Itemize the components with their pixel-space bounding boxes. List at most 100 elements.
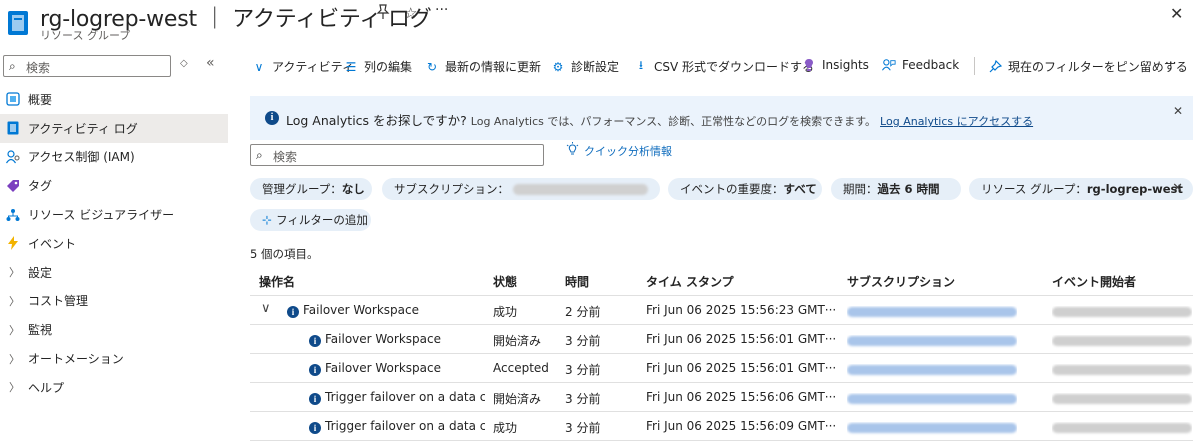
tag-icon xyxy=(6,179,20,193)
column-header-operation[interactable]: 操作名 xyxy=(259,273,295,290)
operation-name-text: Failover Workspace xyxy=(325,361,441,375)
timestamp-cell: Fri Jun 06 2025 15:56:06 GMT··· xyxy=(646,390,836,404)
table-row[interactable]: i Failover Workspace Accepted 3 分前 Fri Ju… xyxy=(250,354,1193,383)
initiator-cell-redacted xyxy=(1052,364,1192,378)
pin-filter-button[interactable]: 現在のフィルターをピン留めする xyxy=(988,58,1188,75)
insights-button[interactable]: Insights xyxy=(802,58,869,72)
columns-icon: ☰ xyxy=(345,59,357,74)
operation-name[interactable]: i Failover Workspace xyxy=(309,332,485,347)
sidebar-nav: 概要 アクティビティ ログ アクセス制御 (IAM) タグ リソース ビジュアラ… xyxy=(0,85,228,402)
download-csv-button[interactable]: ⭳ CSV 形式でダウンロードする xyxy=(634,58,814,75)
diagnostic-settings-button[interactable]: ⚙ 診断設定 xyxy=(551,58,619,75)
subscription-cell-redacted[interactable] xyxy=(847,422,1017,436)
banner-text: Log Analytics をお探しですか? Log Analytics では、… xyxy=(286,110,1033,129)
refresh-label: 最新の情報に更新 xyxy=(445,60,542,74)
feedback-button[interactable]: Feedback xyxy=(882,58,959,72)
add-filter-button[interactable]: ⊹ フィルターの追加 xyxy=(250,209,371,231)
close-icon[interactable]: ✕ xyxy=(1170,4,1183,23)
expand-collapse-icon[interactable]: ◇ xyxy=(180,58,188,69)
info-icon: i xyxy=(265,111,279,125)
sidebar-item-label: コスト管理 xyxy=(28,294,89,309)
status-cell: 成功 xyxy=(493,305,518,319)
table-row[interactable]: i Trigger failover on a data cc 開始済み 3 分前… xyxy=(250,383,1193,412)
search-icon: ⌕ xyxy=(256,148,263,162)
sidebar-item-automation[interactable]: 〉 オートメーション xyxy=(0,344,228,373)
sidebar-item-label: アクティビティ ログ xyxy=(28,121,138,136)
sidebar-item-activity-log[interactable]: アクティビティ ログ xyxy=(0,113,228,143)
operation-name[interactable]: i Trigger failover on a data cc xyxy=(309,390,485,405)
column-header-timestamp[interactable]: タイム スタンプ xyxy=(646,273,734,290)
filter-subscription[interactable]: サブスクリプション： xyxy=(382,178,660,200)
operation-name-text: Failover Workspace xyxy=(325,332,441,346)
operation-name-text: Trigger failover on a data cc xyxy=(325,390,485,404)
download-csv-label: CSV 形式でダウンロードする xyxy=(654,60,815,74)
column-header-status[interactable]: 状態 xyxy=(493,273,517,290)
sidebar-item-label: オートメーション xyxy=(28,352,124,367)
sidebar-item-cost-management[interactable]: 〉 コスト管理 xyxy=(0,287,228,316)
sidebar-item-overview[interactable]: 概要 xyxy=(0,85,228,114)
info-icon: i xyxy=(309,364,321,376)
feedback-label: Feedback xyxy=(902,58,960,72)
sidebar: ⌕ 検索 ◇ « 概要 アクティビティ ログ アクセス制御 (IAM) タグ リ… xyxy=(0,48,228,444)
status-cell: 開始済み xyxy=(493,334,542,348)
diagnostic-label: 診断設定 xyxy=(571,60,620,74)
status-cell: 開始済み xyxy=(493,392,542,406)
more-options-icon[interactable]: ··· xyxy=(435,2,448,18)
sidebar-search-input[interactable]: ⌕ 検索 xyxy=(3,55,171,77)
table-row[interactable]: i Failover Workspace 開始済み 3 分前 Fri Jun 06… xyxy=(250,325,1193,354)
search-input[interactable]: ⌕ 検索 xyxy=(250,144,544,166)
refresh-button[interactable]: ↻ 最新の情報に更新 xyxy=(425,58,541,75)
chevron-down-icon[interactable]: ∨ xyxy=(261,301,271,316)
timestamp-cell: Fri Jun 06 2025 15:56:01 GMT··· xyxy=(646,361,836,375)
pin-icon xyxy=(988,59,1002,74)
sidebar-item-label: 概要 xyxy=(28,92,53,107)
activity-label: アクティビティ xyxy=(272,60,354,74)
column-header-subscription[interactable]: サブスクリプション xyxy=(847,273,955,290)
remove-filter-icon[interactable]: ✕ xyxy=(1172,181,1183,196)
log-analytics-link[interactable]: Log Analytics にアクセスする xyxy=(880,115,1033,128)
subscription-cell-redacted[interactable] xyxy=(847,306,1017,320)
close-banner-icon[interactable]: ✕ xyxy=(1173,104,1183,118)
filter-value: 過去 6 時間 xyxy=(877,182,940,196)
sidebar-item-label: リソース ビジュアライザー xyxy=(28,208,175,223)
operation-name[interactable]: i Trigger failover on a data cc xyxy=(309,419,485,434)
events-icon xyxy=(6,236,20,251)
column-header-initiator[interactable]: イベント開始者 xyxy=(1052,273,1136,290)
subscription-cell-redacted[interactable] xyxy=(847,335,1017,349)
sidebar-item-label: ヘルプ xyxy=(28,380,65,395)
filter-management-group[interactable]: 管理グループ： なし xyxy=(250,178,372,200)
edit-columns-button[interactable]: ☰ 列の編集 xyxy=(344,58,412,75)
sidebar-item-events[interactable]: イベント xyxy=(0,229,228,258)
filter-time-period[interactable]: 期間： 過去 6 時間 xyxy=(831,178,961,200)
favorite-star-icon[interactable]: ☆ xyxy=(404,4,417,22)
sidebar-item-monitoring[interactable]: 〉 監視 xyxy=(0,315,228,344)
chevron-right-icon: 〉 xyxy=(9,266,20,280)
page-header: rg-logrep-west ｜ アクティビティ ログ リソース グループ ☆ … xyxy=(0,0,1200,48)
gear-icon: ⚙ xyxy=(552,59,564,74)
operation-name[interactable]: i Failover Workspace xyxy=(287,303,419,318)
quick-insights-link[interactable]: クイック分析情報 xyxy=(566,142,672,159)
filter-severity[interactable]: イベントの重要度： すべて xyxy=(668,178,822,200)
subscription-cell-redacted[interactable] xyxy=(847,393,1017,407)
toolbar-more-icon[interactable]: ··· xyxy=(1165,56,1176,70)
filter-value: rg-logrep-west xyxy=(1086,182,1183,196)
pin-icon[interactable] xyxy=(376,4,390,20)
table-row[interactable]: i Trigger failover on a data cc 成功 3 分前 F… xyxy=(250,412,1193,441)
info-icon: i xyxy=(309,335,321,347)
banner-title: Log Analytics をお探しですか? xyxy=(286,113,467,128)
sidebar-item-iam[interactable]: アクセス制御 (IAM) xyxy=(0,143,228,172)
table-row[interactable]: ∨ i Failover Workspace 成功 2 分前 Fri Jun 06… xyxy=(250,296,1193,325)
operation-name[interactable]: i Failover Workspace xyxy=(309,361,485,376)
sidebar-item-resource-visualizer[interactable]: リソース ビジュアライザー xyxy=(0,200,228,229)
pin-filter-label: 現在のフィルターをピン留めする xyxy=(1008,60,1188,74)
sidebar-item-tags[interactable]: タグ xyxy=(0,171,228,200)
collapse-sidebar-icon[interactable]: « xyxy=(206,55,215,71)
filter-resource-group[interactable]: リソース グループ： rg-logrep-west ✕ xyxy=(969,178,1193,200)
activity-button[interactable]: ∨ アクティビティ xyxy=(252,58,354,75)
sidebar-item-settings[interactable]: 〉 設定 xyxy=(0,258,228,287)
column-header-time[interactable]: 時間 xyxy=(565,273,589,290)
toolbar-divider xyxy=(974,57,975,75)
timestamp-cell: Fri Jun 06 2025 15:56:01 GMT··· xyxy=(646,332,836,346)
subscription-cell-redacted[interactable] xyxy=(847,364,1017,378)
sidebar-item-help[interactable]: 〉 ヘルプ xyxy=(0,373,228,402)
